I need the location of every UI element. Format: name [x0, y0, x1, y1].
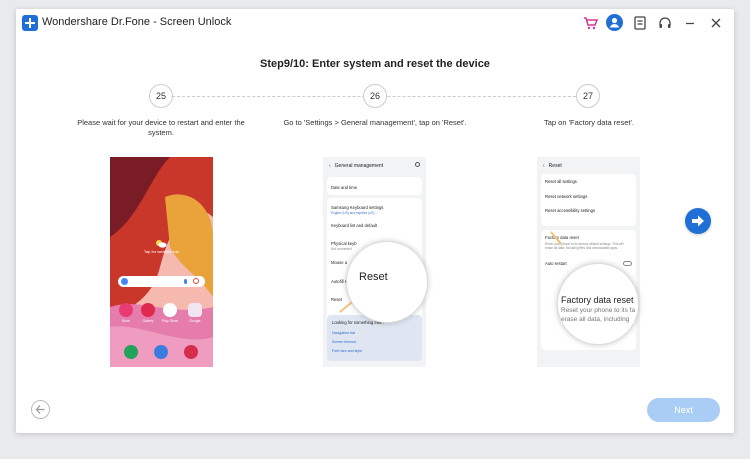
looking-link: Font size and style: [332, 349, 362, 353]
forward-arrow-button[interactable]: [685, 208, 711, 234]
setting-item: Autofill s: [331, 279, 347, 284]
google-search-bar: [118, 276, 205, 287]
app-label: Play Store: [161, 319, 179, 323]
google-icon: [121, 278, 128, 285]
app-label: Gallery: [142, 319, 154, 323]
reset-magnifier: Reset: [346, 241, 428, 323]
step-number-27: 27: [576, 84, 600, 108]
step-number-25: 25: [149, 84, 173, 108]
settings-header: ‹ Reset: [543, 163, 562, 169]
setting-subtext: English (US) and español (US): [331, 211, 375, 215]
setting-item: Date and time: [331, 185, 358, 190]
factory-reset-magnifier: Factory data reset Reset your phone to i…: [557, 263, 639, 345]
forward-arrow-icon: [692, 215, 704, 227]
setting-item: Mouse a: [331, 260, 348, 265]
gallery-app-icon: [141, 303, 155, 317]
setting-subtext: Reset your phone to its factory default …: [545, 242, 624, 250]
toggle-icon: [623, 261, 632, 266]
setting-item: Samsung Keyboard settings: [331, 205, 384, 210]
back-button[interactable]: [31, 400, 50, 419]
app-window: Wondershare Dr.Fone - Screen Unlock Step…: [16, 9, 734, 433]
settings-header-title: General management: [334, 163, 384, 169]
app-label: Google: [189, 319, 201, 323]
wallpaper-art: [110, 157, 213, 367]
phone-home-screen-image: Tap for weather info Store Gallery Play …: [110, 157, 213, 367]
step-number-26: 26: [363, 84, 387, 108]
app-logo-icon: [22, 15, 38, 31]
minimize-icon[interactable]: [682, 15, 698, 31]
settings-header: ‹ General management: [329, 163, 383, 169]
back-chevron-icon: ‹: [543, 163, 545, 169]
app-label: Store: [121, 319, 131, 323]
back-arrow-icon: [35, 405, 45, 414]
setting-subtext: Not connected: [331, 247, 352, 251]
app-title: Wondershare Dr.Fone - Screen Unlock: [42, 16, 232, 28]
messages-app-icon: [154, 345, 168, 359]
setting-item: Reset all settings: [545, 179, 577, 184]
looking-link: Screen timeout: [332, 340, 357, 344]
feedback-icon[interactable]: [632, 15, 648, 31]
setting-item-reset: Reset: [331, 297, 342, 302]
setting-item: Keyboard list and default: [331, 223, 378, 228]
phone-app-icon: [124, 345, 138, 359]
step-description-26: Go to 'Settings > General management', t…: [283, 118, 467, 127]
setting-item: Reset accessibility settings: [545, 208, 596, 213]
camera-app-icon: [184, 345, 198, 359]
setting-item-factory-reset: Factory data reset: [545, 235, 579, 240]
magnified-reset-text: Reset: [359, 271, 388, 283]
settings-header-title: Reset: [548, 163, 562, 169]
weather-hint: Tap for weather info: [143, 249, 180, 254]
support-icon[interactable]: [657, 15, 673, 31]
magnified-factory-subtext: Reset your phone to its fa: [561, 307, 636, 314]
mic-icon: [184, 279, 187, 284]
magnified-factory-subtext: erase all data, including: [561, 316, 630, 323]
cart-icon[interactable]: [582, 15, 598, 31]
google-folder-icon: [188, 303, 202, 317]
setting-item: Reset network settings: [545, 194, 588, 199]
next-button[interactable]: Next: [647, 398, 720, 422]
user-icon[interactable]: [606, 14, 623, 31]
search-icon: [415, 162, 420, 167]
magnified-factory-text: Factory data reset: [561, 295, 634, 305]
title-bar: Wondershare Dr.Fone - Screen Unlock: [16, 9, 734, 37]
step-description-27: Tap on 'Factory data reset'.: [544, 118, 634, 127]
store-app-icon: [119, 303, 133, 317]
weather-icon: [156, 240, 167, 248]
close-icon[interactable]: [708, 15, 724, 31]
setting-item: Physical keyb: [331, 241, 357, 246]
step-title: Step9/10: Enter system and reset the dev…: [260, 58, 490, 70]
play-store-app-icon: [163, 303, 177, 317]
looking-link: Navigation bar: [332, 331, 356, 335]
looking-card: Looking for something else? Navigation b…: [327, 315, 422, 361]
back-chevron-icon: ‹: [329, 163, 331, 169]
step-description-25: Please wait for your device to restart a…: [77, 118, 245, 137]
lens-icon: [193, 278, 199, 284]
setting-item: Auto restart: [545, 261, 567, 266]
